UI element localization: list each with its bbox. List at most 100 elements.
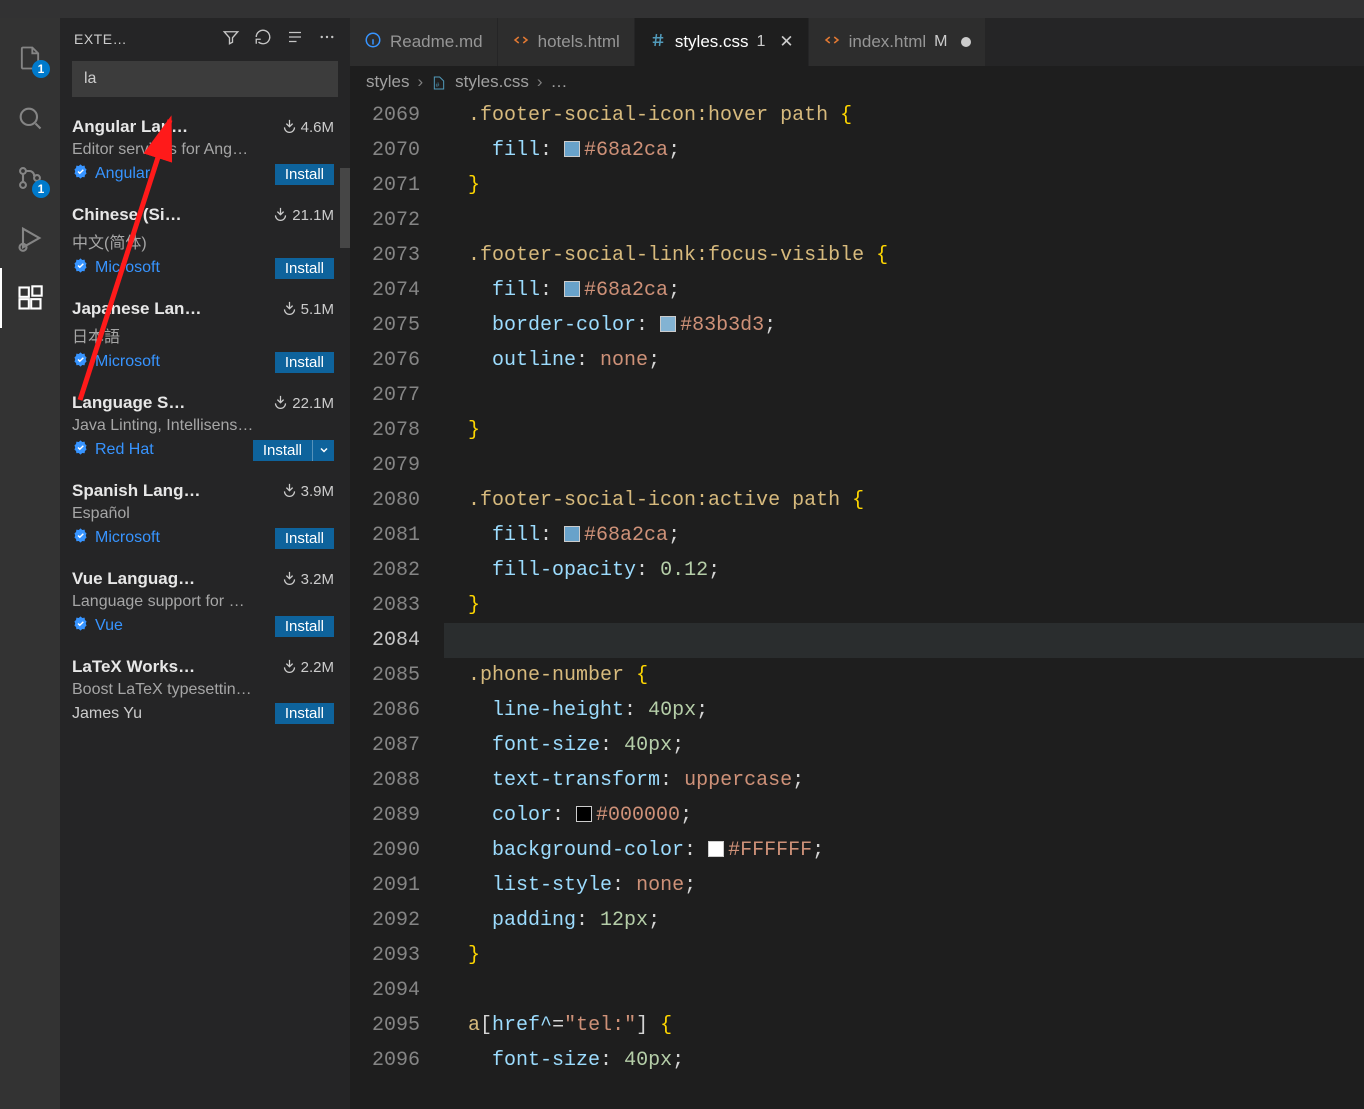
refresh-icon[interactable] (254, 28, 272, 49)
activity-explorer[interactable]: 1 (0, 28, 60, 88)
verified-icon (72, 439, 89, 461)
extension-downloads: 5.1M (282, 300, 334, 319)
file-type-icon (649, 31, 667, 54)
download-count: 21.1M (292, 207, 334, 224)
extension-item[interactable]: Angular Lan… 4.6M Editor services for An… (64, 107, 346, 195)
extension-item[interactable]: Japanese Lan… 5.1M 日本語 Microsoft Install (64, 289, 346, 383)
sidebar-title: EXTE… (74, 31, 134, 47)
extension-item[interactable]: LaTeX Works… 2.2M Boost LaTeX typesettin… (64, 647, 346, 734)
verified-icon (72, 351, 89, 373)
extension-description: Español (72, 505, 334, 523)
download-count: 3.9M (301, 483, 334, 500)
install-button[interactable]: Install (275, 528, 334, 549)
activity-extensions[interactable] (0, 268, 60, 328)
line-number-gutter: 2069207020712072207320742075207620772078… (350, 98, 438, 1109)
verified-icon (72, 163, 89, 185)
extension-item[interactable]: Vue Languag… 3.2M Language support for …… (64, 559, 346, 647)
editor-tabs: Readme.md hotels.html styles.css 1 ✕ ind… (350, 18, 1364, 66)
install-button[interactable]: Install (253, 440, 312, 461)
extension-publisher: Vue (95, 617, 269, 635)
extensions-list: Angular Lan… 4.6M Editor services for An… (60, 107, 350, 1109)
install-button[interactable]: Install (275, 703, 334, 724)
file-type-icon (512, 31, 530, 54)
extension-description: Editor services for Ang… (72, 141, 334, 159)
download-count: 5.1M (301, 301, 334, 318)
extension-publisher: James Yu (72, 705, 269, 723)
extension-name: LaTeX Works… (72, 657, 274, 677)
tab-status: M (934, 33, 947, 51)
close-icon[interactable]: ✕ (779, 32, 793, 52)
download-icon (282, 658, 297, 677)
extension-downloads: 2.2M (282, 658, 334, 677)
sidebar-header: EXTE… (60, 18, 350, 57)
install-button[interactable]: Install (275, 164, 334, 185)
filter-icon[interactable] (222, 28, 240, 49)
extension-description: 日本語 (72, 323, 334, 347)
extension-publisher: Red Hat (95, 441, 247, 459)
download-icon (282, 118, 297, 137)
editor-tab[interactable]: index.html M (809, 18, 987, 66)
extension-description: Java Linting, Intellisens… (72, 417, 334, 435)
download-count: 22.1M (292, 395, 334, 412)
code-editor[interactable]: 2069207020712072207320742075207620772078… (350, 98, 1364, 1109)
tab-label: index.html (849, 32, 926, 52)
editor-tab[interactable]: hotels.html (498, 18, 635, 66)
file-icon: # (431, 72, 447, 92)
extension-publisher: Microsoft (95, 353, 269, 371)
extension-item[interactable]: Spanish Lang… 3.9M Español Microsoft Ins… (64, 471, 346, 559)
tab-label: hotels.html (538, 32, 620, 52)
extensions-search-input[interactable] (72, 61, 338, 97)
extension-item[interactable]: Chinese (Si… 21.1M 中文(简体) Microsoft Inst… (64, 195, 346, 289)
install-split-button[interactable]: Install (253, 440, 334, 461)
editor-tab[interactable]: Readme.md (350, 18, 498, 66)
editor-tab[interactable]: styles.css 1 ✕ (635, 18, 809, 66)
file-type-icon (364, 31, 382, 54)
more-icon[interactable] (318, 28, 336, 49)
extension-downloads: 22.1M (273, 394, 334, 413)
tab-status: 1 (757, 33, 766, 51)
titlebar (0, 0, 1364, 18)
extension-name: Angular Lan… (72, 117, 274, 137)
tab-label: styles.css (675, 32, 749, 52)
tab-label: Readme.md (390, 32, 483, 52)
verified-icon (72, 527, 89, 549)
verified-icon (72, 615, 89, 637)
chevron-right-icon: › (537, 72, 543, 92)
svg-text:#: # (436, 82, 440, 89)
extension-publisher: Microsoft (95, 529, 269, 547)
extension-name: Language S… (72, 393, 265, 413)
activity-bar: 1 1 (0, 18, 60, 1109)
install-button[interactable]: Install (275, 616, 334, 637)
install-button[interactable]: Install (275, 352, 334, 373)
file-type-icon (823, 31, 841, 54)
extension-publisher: Angular (95, 165, 269, 183)
extension-description: Language support for … (72, 593, 334, 611)
breadcrumb-segment[interactable]: styles (366, 72, 409, 92)
activity-run-debug[interactable] (0, 208, 60, 268)
download-count: 2.2M (301, 659, 334, 676)
activity-source-control[interactable]: 1 (0, 148, 60, 208)
extension-downloads: 21.1M (273, 206, 334, 225)
activity-search[interactable] (0, 88, 60, 148)
breadcrumbs[interactable]: styles › # styles.css › … (350, 66, 1364, 98)
extensions-sidebar: EXTE… Angular Lan… 4.6M Editor services … (60, 18, 350, 1109)
chevron-right-icon: › (417, 72, 423, 92)
breadcrumb-segment[interactable]: styles.css (455, 72, 529, 92)
extension-description: 中文(简体) (72, 229, 334, 253)
explorer-badge: 1 (32, 60, 50, 78)
install-button[interactable]: Install (275, 258, 334, 279)
extension-item[interactable]: Language S… 22.1M Java Linting, Intellis… (64, 383, 346, 471)
download-icon (282, 482, 297, 501)
download-icon (282, 300, 297, 319)
install-dropdown-button[interactable] (312, 440, 334, 461)
code-content[interactable]: .footer-social-icon:hover path { fill: #… (438, 98, 1364, 1109)
scrollbar-thumb[interactable] (340, 168, 350, 248)
download-icon (273, 394, 288, 413)
breadcrumb-rest[interactable]: … (551, 72, 568, 92)
extension-publisher: Microsoft (95, 259, 269, 277)
extension-name: Chinese (Si… (72, 205, 265, 225)
clear-icon[interactable] (286, 28, 304, 49)
extension-description: Boost LaTeX typesettin… (72, 681, 334, 699)
download-icon (273, 206, 288, 225)
extension-downloads: 3.2M (282, 570, 334, 589)
